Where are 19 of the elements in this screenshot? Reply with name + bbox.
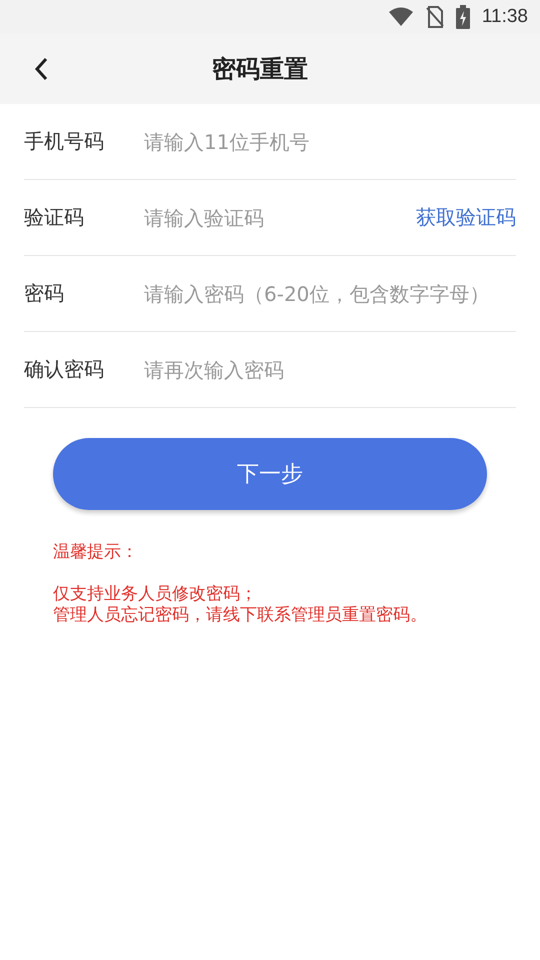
wifi-icon [388, 7, 414, 27]
next-button[interactable]: 下一步 [53, 438, 487, 510]
input-field[interactable]: 请输入密码（6-20位，包含数字字母） [144, 282, 516, 306]
field-label: 密码 [24, 280, 65, 307]
notice-text: 管理人员忘记密码，请线下联系管理员重置密码。 [53, 605, 428, 626]
no-sim-icon [426, 6, 444, 28]
field-label: 手机号码 [24, 128, 105, 155]
input-field[interactable]: 请输入验证码 [144, 206, 416, 230]
get-code-link[interactable]: 获取验证码 [416, 204, 516, 231]
battery-charging-icon [456, 5, 470, 29]
status-time: 11:38 [482, 6, 528, 28]
input-field[interactable]: 请输入11位手机号 [144, 130, 516, 154]
notice-title: 温馨提示： [53, 542, 139, 563]
notice-text: 仅支持业务人员修改密码； [53, 584, 258, 605]
page-title: 密码重置 [212, 54, 308, 85]
back-icon [34, 57, 48, 81]
input-field[interactable]: 请再次输入密码 [144, 358, 516, 382]
field-label: 确认密码 [24, 356, 105, 383]
field-label: 验证码 [24, 204, 85, 231]
